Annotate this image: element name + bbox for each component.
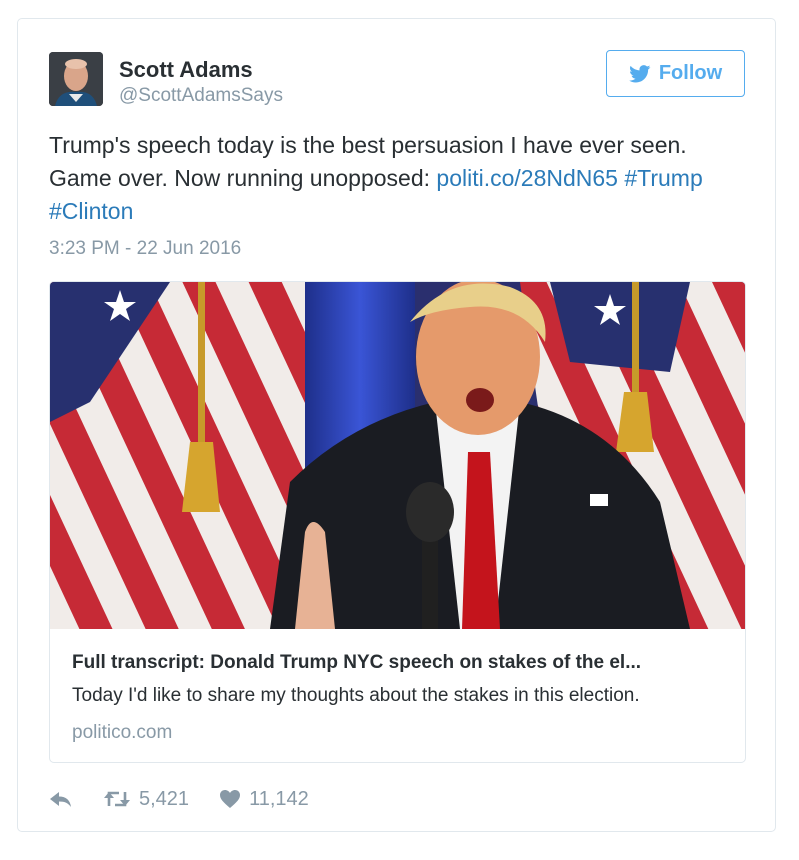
tweet-actions: 5,421 11,142 — [49, 785, 309, 813]
retweet-count: 5,421 — [139, 787, 190, 810]
retweet-button[interactable]: 5,421 — [103, 788, 189, 811]
card-description: Today I'd like to share my thoughts abou… — [72, 685, 640, 706]
follow-button[interactable]: Follow — [606, 50, 745, 97]
card-title[interactable]: Full transcript: Donald Trump NYC speech… — [72, 652, 732, 674]
link-card[interactable]: Full transcript: Donald Trump NYC speech… — [49, 281, 746, 763]
speaker-at-podium-photo — [50, 282, 745, 629]
hashtag-clinton[interactable]: #Clinton — [49, 198, 133, 224]
author-handle[interactable]: @ScottAdamsSays — [119, 85, 283, 107]
tweet-timestamp[interactable]: 3:23 PM - 22 Jun 2016 — [49, 238, 241, 260]
author-name[interactable]: Scott Adams — [119, 57, 253, 83]
tweet-text: Trump's speech today is the best persuas… — [49, 129, 749, 228]
reply-button[interactable] — [49, 789, 73, 809]
hashtag-trump[interactable]: #Trump — [624, 165, 702, 191]
tweet-link[interactable]: politi.co/28NdN65 — [436, 165, 618, 191]
author-avatar[interactable] — [49, 52, 103, 106]
like-count: 11,142 — [249, 787, 309, 810]
retweet-icon — [104, 791, 130, 807]
heart-icon — [220, 790, 241, 808]
like-button[interactable]: 11,142 — [219, 788, 309, 811]
profile-photo-icon — [49, 52, 103, 106]
card-domain: politico.com — [72, 722, 173, 743]
follow-label: Follow — [658, 62, 723, 84]
tweet-card: Scott Adams @ScottAdamsSays Follow Trump… — [17, 18, 776, 832]
twitter-bird-icon — [628, 64, 651, 82]
reply-icon — [50, 792, 71, 807]
